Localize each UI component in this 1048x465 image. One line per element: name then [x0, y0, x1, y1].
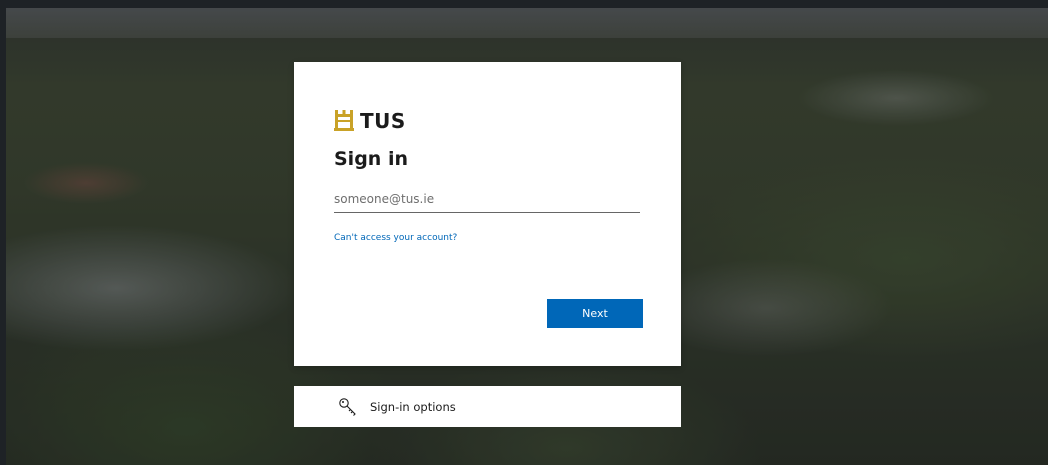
brand-logo: TUS — [334, 107, 406, 135]
tus-crest-icon — [334, 110, 354, 132]
sign-in-options-button[interactable]: Sign-in options — [294, 386, 681, 427]
next-button[interactable]: Next — [547, 299, 643, 328]
email-field[interactable] — [334, 186, 640, 213]
sign-in-options-label: Sign-in options — [370, 399, 456, 414]
background-sky — [6, 8, 1048, 38]
key-icon — [338, 397, 358, 417]
brand-name: TUS — [360, 109, 406, 133]
cant-access-account-link[interactable]: Can't access your account? — [334, 233, 457, 243]
login-page: TUS Sign in Can't access your account? N… — [0, 0, 1048, 465]
sign-in-card: TUS Sign in Can't access your account? N… — [294, 62, 681, 366]
page-title: Sign in — [334, 148, 408, 170]
